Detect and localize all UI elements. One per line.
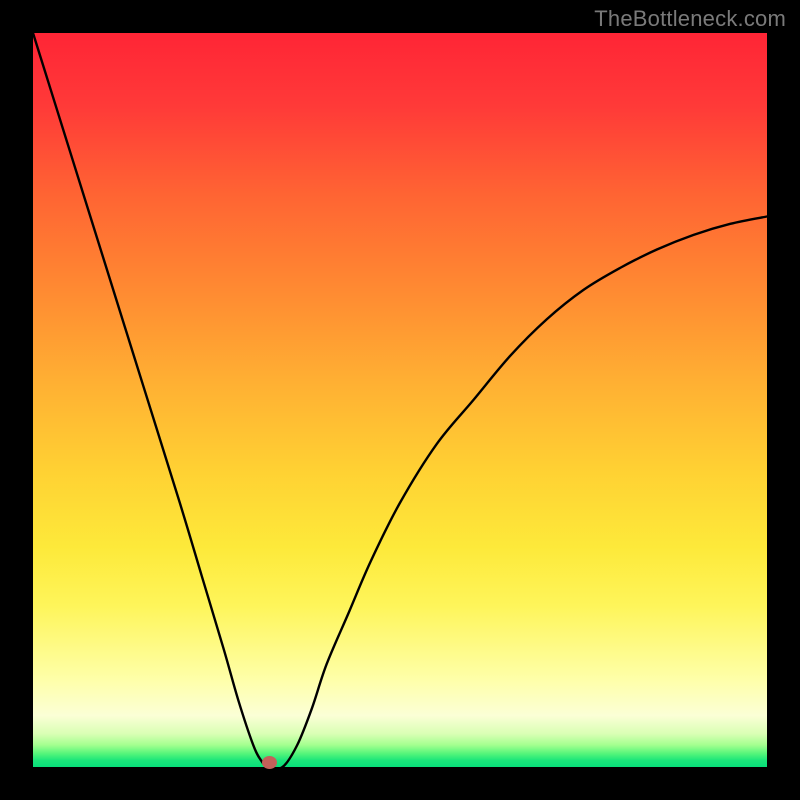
chart-frame: TheBottleneck.com xyxy=(0,0,800,800)
bottleneck-curve xyxy=(33,33,767,767)
minimum-marker xyxy=(262,756,277,769)
watermark-text: TheBottleneck.com xyxy=(594,6,786,32)
plot-area xyxy=(33,33,767,767)
